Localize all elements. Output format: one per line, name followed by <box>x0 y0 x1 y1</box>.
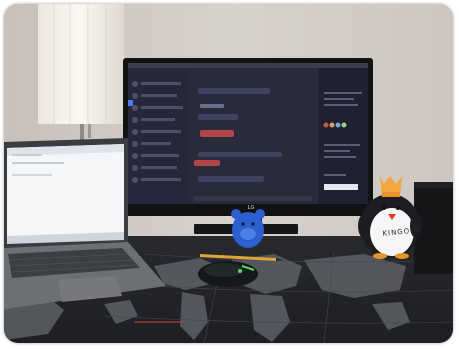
gaming-mouse <box>198 261 258 287</box>
desk-scene <box>4 4 453 343</box>
monitor-brand-logo: LG <box>247 205 255 211</box>
laptop-screen <box>7 144 124 240</box>
photo-frame: LG KINGOIN <box>4 4 453 343</box>
lamp <box>38 4 124 140</box>
